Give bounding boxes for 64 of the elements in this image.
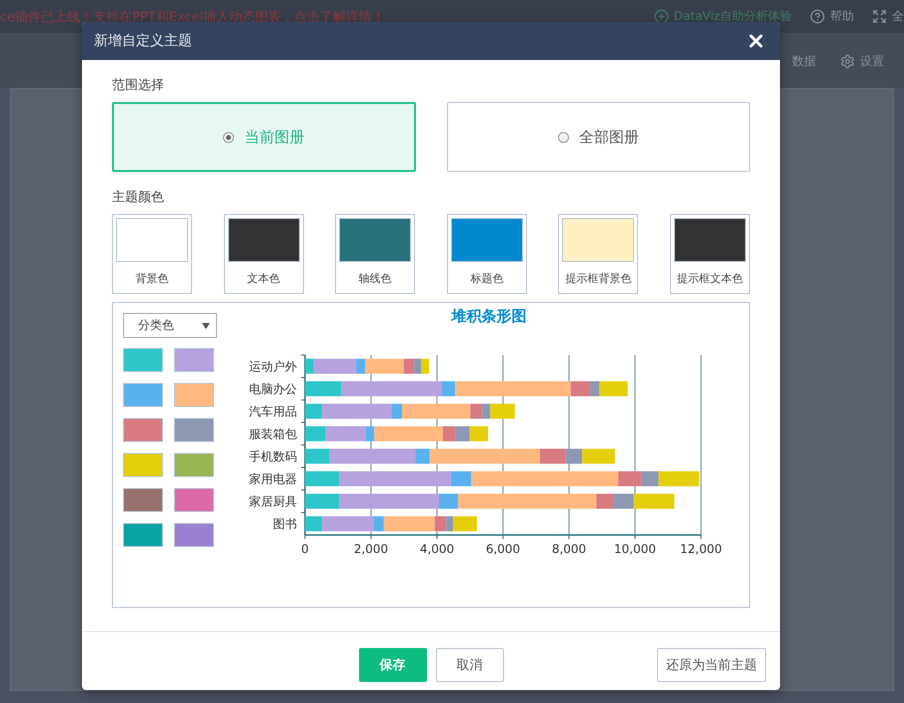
help-icon (810, 9, 825, 24)
palette-swatch[interactable] (174, 348, 214, 372)
tick-label: 0 (301, 542, 309, 556)
color-label: 文本色 (247, 271, 280, 286)
save-button[interactable]: 保存 (358, 648, 426, 682)
palette-swatch[interactable] (174, 523, 214, 547)
radio-icon (558, 132, 569, 142)
category-label: 手机数码 (249, 449, 297, 464)
bar-segment (421, 358, 430, 374)
category-label: 家用电器 (249, 472, 297, 486)
palette-swatch[interactable] (123, 383, 163, 407)
palette-swatch[interactable] (174, 453, 214, 477)
palette-swatch[interactable] (174, 488, 214, 512)
section-label: 主题颜色 (112, 189, 165, 206)
category-label: 汽车用品 (249, 404, 297, 418)
expand-icon (872, 9, 887, 24)
palette-swatch[interactable] (174, 418, 214, 442)
bar-segment (470, 426, 488, 442)
color-swatch[interactable] (116, 218, 188, 262)
color-label: 提示框背景色 (565, 271, 632, 286)
header-link[interactable]: 全 (872, 8, 904, 25)
section-label: 范围选择 (112, 77, 165, 94)
settings-icon (840, 54, 855, 69)
toolbar-item[interactable]: 数据 (792, 53, 816, 70)
palette-swatch[interactable] (174, 383, 214, 407)
category-label: 家居厨具 (249, 494, 297, 508)
reset-button[interactable]: 还原为当前主题 (657, 648, 766, 682)
palette-swatch[interactable] (123, 453, 163, 477)
tick-label: 4,000 (420, 542, 454, 556)
palette-swatch[interactable] (123, 523, 163, 547)
chart-title: 堆积条形图 (452, 307, 526, 326)
cancel-button[interactable]: 取消 (436, 648, 504, 682)
header-link[interactable]: DataViz自助分析体验 (654, 8, 792, 25)
color-swatch[interactable] (450, 218, 523, 262)
tick-label: 8,000 (552, 542, 586, 556)
category-label: 服装箱包 (249, 426, 297, 441)
palette-swatch[interactable] (123, 418, 163, 442)
header-link[interactable]: 帮助 (810, 8, 854, 25)
palette-swatch[interactable] (123, 348, 163, 372)
caret-icon (202, 322, 210, 328)
scope-option[interactable]: 全部图册 (446, 102, 750, 172)
color-swatch[interactable] (674, 218, 746, 262)
color-swatch[interactable] (339, 218, 412, 262)
color-label: 轴线色 (358, 271, 392, 286)
category-label: 运动户外 (249, 359, 297, 374)
tick-label: 12,000 (680, 542, 722, 556)
bar-segment (455, 426, 470, 442)
dialog-title: 新增自定义主题 (94, 32, 192, 50)
category-label: 图书 (273, 516, 297, 531)
color-label: 背景色 (136, 271, 168, 286)
toolbar-item[interactable]: 设置 (840, 53, 884, 70)
category-label: 电脑办公 (249, 382, 297, 396)
color-swatch[interactable] (562, 218, 634, 262)
color-label: 提示框文本色 (676, 271, 743, 286)
tick-label: 10,000 (614, 542, 656, 556)
palette-swatch[interactable] (123, 488, 163, 512)
tick-label: 6,000 (486, 542, 520, 556)
radio-icon (223, 132, 234, 142)
color-swatch[interactable] (228, 218, 300, 262)
tick-label: 2,000 (354, 542, 388, 556)
color-label: 标题色 (470, 271, 504, 286)
scope-option[interactable]: 当前图册 (112, 102, 416, 172)
palette-dropdown[interactable]: 分类色 (123, 313, 217, 338)
plus-circle-icon (654, 9, 669, 24)
